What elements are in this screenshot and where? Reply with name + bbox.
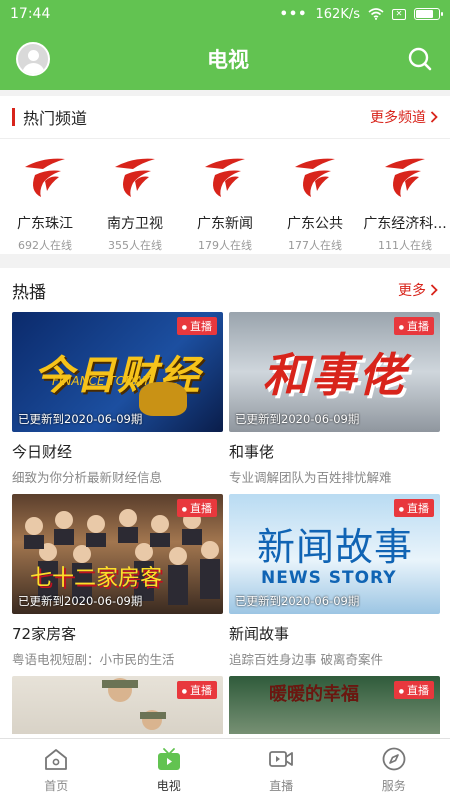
hot-play-title: 热播: [12, 282, 46, 303]
program-title: 新闻故事: [229, 625, 290, 643]
program-description: 专业调解团队为百姓排忧解难: [229, 470, 392, 485]
update-status: 已更新到2020-06-09期: [235, 594, 360, 608]
channel-name: 广东珠江: [17, 216, 73, 232]
section-marker: [12, 108, 15, 126]
program-thumbnail: 七十二家房客 直播 已更新到2020-06-09期: [12, 494, 223, 614]
program-title: 今日财经: [12, 443, 73, 461]
channel-logo-icon: [25, 158, 65, 197]
app-header: 电视: [0, 28, 450, 90]
hot-play-section: 热播 更多 今日财经 FINANCE TODAY 直播 已更新到2020-06-…: [0, 268, 450, 738]
search-button[interactable]: [406, 45, 434, 73]
nav-home[interactable]: 首页: [0, 739, 113, 800]
thumbnail-subtitle: NEWS STORY: [261, 568, 397, 588]
tv-icon: [157, 747, 180, 770]
chevron-right-icon: [430, 111, 438, 123]
nav-tv[interactable]: 电视: [113, 739, 226, 800]
update-status: 已更新到2020-06-09期: [235, 412, 360, 426]
live-badge: 直播: [393, 681, 434, 699]
program-description: 追踪百姓身边事 破离奇案件: [229, 652, 383, 667]
thumbnail-title: 和事佬: [262, 348, 407, 402]
thumbnail-title: 七十二家房客: [30, 566, 163, 591]
program-thumbnail: 今日财经 FINANCE TODAY 直播 已更新到2020-06-09期: [12, 312, 223, 432]
program-description: 细致为你分析最新财经信息: [12, 470, 163, 485]
program-card[interactable]: 七十二家房客 直播 已更新到2020-06-09期 72家房客 粤语电视短剧：小…: [12, 494, 223, 676]
live-badge: 直播: [176, 317, 217, 335]
thumbnail-title: 暖暖的幸福: [269, 684, 359, 705]
status-indicators: ••• 162K/s ✕: [279, 6, 443, 22]
channel-item[interactable]: 广东经济科... 111人在线: [362, 153, 448, 253]
nav-label: 电视: [156, 778, 181, 793]
program-card[interactable]: 暖暖的幸福 直播: [229, 676, 440, 734]
program-description: 粤语电视短剧：小市民的生活: [12, 652, 175, 667]
thumbnail-title: 新闻故事: [257, 525, 414, 569]
page-title: 电视: [207, 48, 249, 72]
channel-logo-icon: [385, 158, 425, 197]
thumbnail-subtitle: FINANCE TODAY: [52, 374, 150, 388]
program-card[interactable]: 今日财经 FINANCE TODAY 直播 已更新到2020-06-09期 今日…: [12, 312, 223, 494]
channel-logo-icon: [295, 158, 335, 197]
hot-play-header: 热播 更多: [0, 268, 450, 312]
program-thumbnail: 直播: [12, 676, 223, 734]
network-speed: 162K/s: [315, 6, 361, 22]
live-badge: 直播: [176, 681, 217, 699]
chevron-right-icon: [430, 284, 438, 296]
channel-online-count: 111人在线: [378, 239, 432, 252]
program-thumbnail: 新闻故事 NEWS STORY 直播 已更新到2020-06-09期: [229, 494, 440, 614]
live-badge: 直播: [393, 317, 434, 335]
program-thumbnail: 和事佬 直播 已更新到2020-06-09期: [229, 312, 440, 432]
channel-logo-icon: [205, 158, 245, 197]
bottom-navigation: 首页 电视 直播 服务: [0, 738, 450, 800]
nav-label: 首页: [44, 778, 69, 793]
program-card[interactable]: 新闻故事 NEWS STORY 直播 已更新到2020-06-09期 新闻故事 …: [229, 494, 440, 676]
program-grid: 今日财经 FINANCE TODAY 直播 已更新到2020-06-09期 今日…: [0, 312, 450, 734]
notification-dots: •••: [279, 6, 308, 22]
live-badge: 直播: [393, 499, 434, 517]
channel-logo-icon: [115, 158, 155, 197]
program-title: 和事佬: [229, 443, 275, 461]
status-time: 17:44: [10, 6, 51, 22]
channel-list: 广东珠江 692人在线 南方卫视 355人在线 广东新闻 179人在线 广东公共…: [0, 139, 450, 253]
search-icon: [408, 47, 432, 71]
channel-online-count: 355人在线: [108, 239, 162, 252]
channel-online-count: 179人在线: [198, 239, 252, 252]
channel-name: 南方卫视: [107, 216, 163, 232]
bull-graphic: [139, 382, 187, 416]
update-status: 已更新到2020-06-09期: [18, 412, 143, 426]
battery-icon: [414, 8, 443, 20]
program-title: 72家房客: [12, 625, 77, 643]
program-card[interactable]: 和事佬 直播 已更新到2020-06-09期 和事佬 专业调解团队为百姓排忧解难: [229, 312, 440, 494]
status-bar: 17:44 ••• 162K/s ✕: [0, 0, 450, 28]
channel-name: 广东经济科...: [363, 216, 447, 232]
channel-item[interactable]: 广东珠江 692人在线: [2, 153, 88, 253]
program-thumbnail: 暖暖的幸福 直播: [229, 676, 440, 734]
channel-item[interactable]: 广东公共 177人在线: [272, 153, 358, 253]
program-card[interactable]: 直播: [12, 676, 223, 734]
nav-services[interactable]: 服务: [338, 739, 450, 800]
update-status: 已更新到2020-06-09期: [18, 594, 143, 608]
hot-channels-section: 热门频道 更多频道 广东珠江 692人在线 南方卫视 355人在线 广东新闻 1…: [0, 96, 450, 254]
channel-item[interactable]: 南方卫视 355人在线: [92, 153, 178, 253]
nav-label: 服务: [381, 778, 406, 793]
hot-channels-header: 热门频道 更多频道: [0, 96, 450, 138]
home-icon: [45, 748, 68, 770]
channel-item[interactable]: 广东新闻 179人在线: [182, 153, 268, 253]
channel-online-count: 692人在线: [18, 239, 72, 252]
channel-online-count: 177人在线: [288, 239, 342, 252]
live-badge: 直播: [176, 499, 217, 517]
top-bar: 17:44 ••• 162K/s ✕ 电视: [0, 0, 450, 90]
nav-label: 直播: [269, 778, 294, 793]
sim-card-icon: ✕: [392, 8, 406, 20]
channel-name: 广东新闻: [197, 216, 253, 232]
video-icon: [269, 750, 294, 767]
channel-name: 广东公共: [287, 216, 343, 232]
nav-live[interactable]: 直播: [225, 739, 338, 800]
hot-channels-title: 热门频道: [23, 109, 88, 128]
wifi-icon: [368, 8, 384, 20]
more-hot-play-link[interactable]: 更多: [398, 280, 438, 300]
compass-icon: [382, 747, 406, 770]
user-avatar[interactable]: [16, 42, 50, 76]
more-channels-link[interactable]: 更多频道: [370, 107, 438, 127]
